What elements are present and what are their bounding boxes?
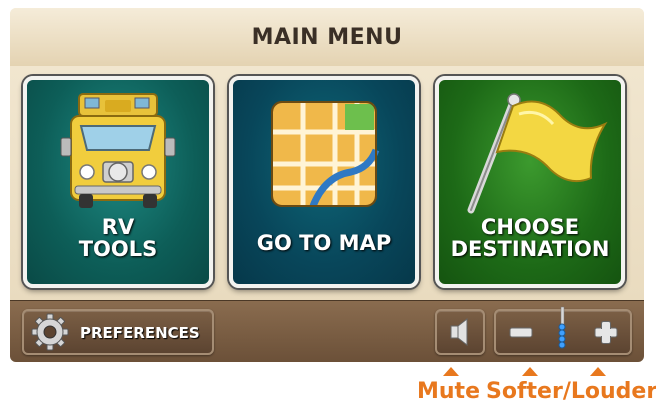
mute-arrow-icon [443, 367, 459, 376]
go-to-map-button[interactable]: GO TO MAP [229, 76, 419, 288]
choose-destination-label: CHOOSE DESTINATION [450, 215, 610, 261]
preferences-label: PREFERENCES [80, 324, 200, 342]
map-icon [271, 101, 380, 208]
volume-down-button[interactable] [496, 311, 548, 353]
go-to-map-label: GO TO MAP [256, 231, 392, 255]
speaker-icon [450, 317, 468, 347]
volume-up-button[interactable] [578, 311, 630, 353]
gear-icon [31, 313, 69, 351]
rv-tools-button[interactable]: RV TOOLS [23, 76, 213, 288]
volume-control [494, 306, 632, 355]
mute-button[interactable] [435, 309, 485, 355]
gps-device-screen: MAIN MENU RV TOOLS GO TO MAP CHOOSE DEST… [10, 8, 644, 362]
bottom-toolbar: PREFERENCES [10, 300, 644, 362]
minus-icon [509, 327, 533, 338]
mute-annotation: Mute [417, 379, 480, 404]
louder-arrow-icon [590, 367, 606, 376]
softer-arrow-icon [522, 367, 538, 376]
button-annotations: Mute Softer/Louder [0, 362, 656, 407]
header-bar: MAIN MENU [10, 8, 644, 67]
volume-level-icon [558, 306, 566, 349]
choose-destination-button[interactable]: CHOOSE DESTINATION [435, 76, 625, 288]
page-title: MAIN MENU [251, 24, 403, 50]
main-menu-grid: RV TOOLS GO TO MAP CHOOSE DESTINATION [10, 66, 644, 300]
softer-louder-annotation: Softer/Louder [486, 379, 656, 404]
rv-truck-icon [60, 93, 176, 208]
preferences-button[interactable]: PREFERENCES [22, 309, 214, 355]
rv-tools-label: RV TOOLS [78, 215, 158, 261]
plus-icon [594, 321, 618, 344]
flag-icon [467, 93, 608, 214]
